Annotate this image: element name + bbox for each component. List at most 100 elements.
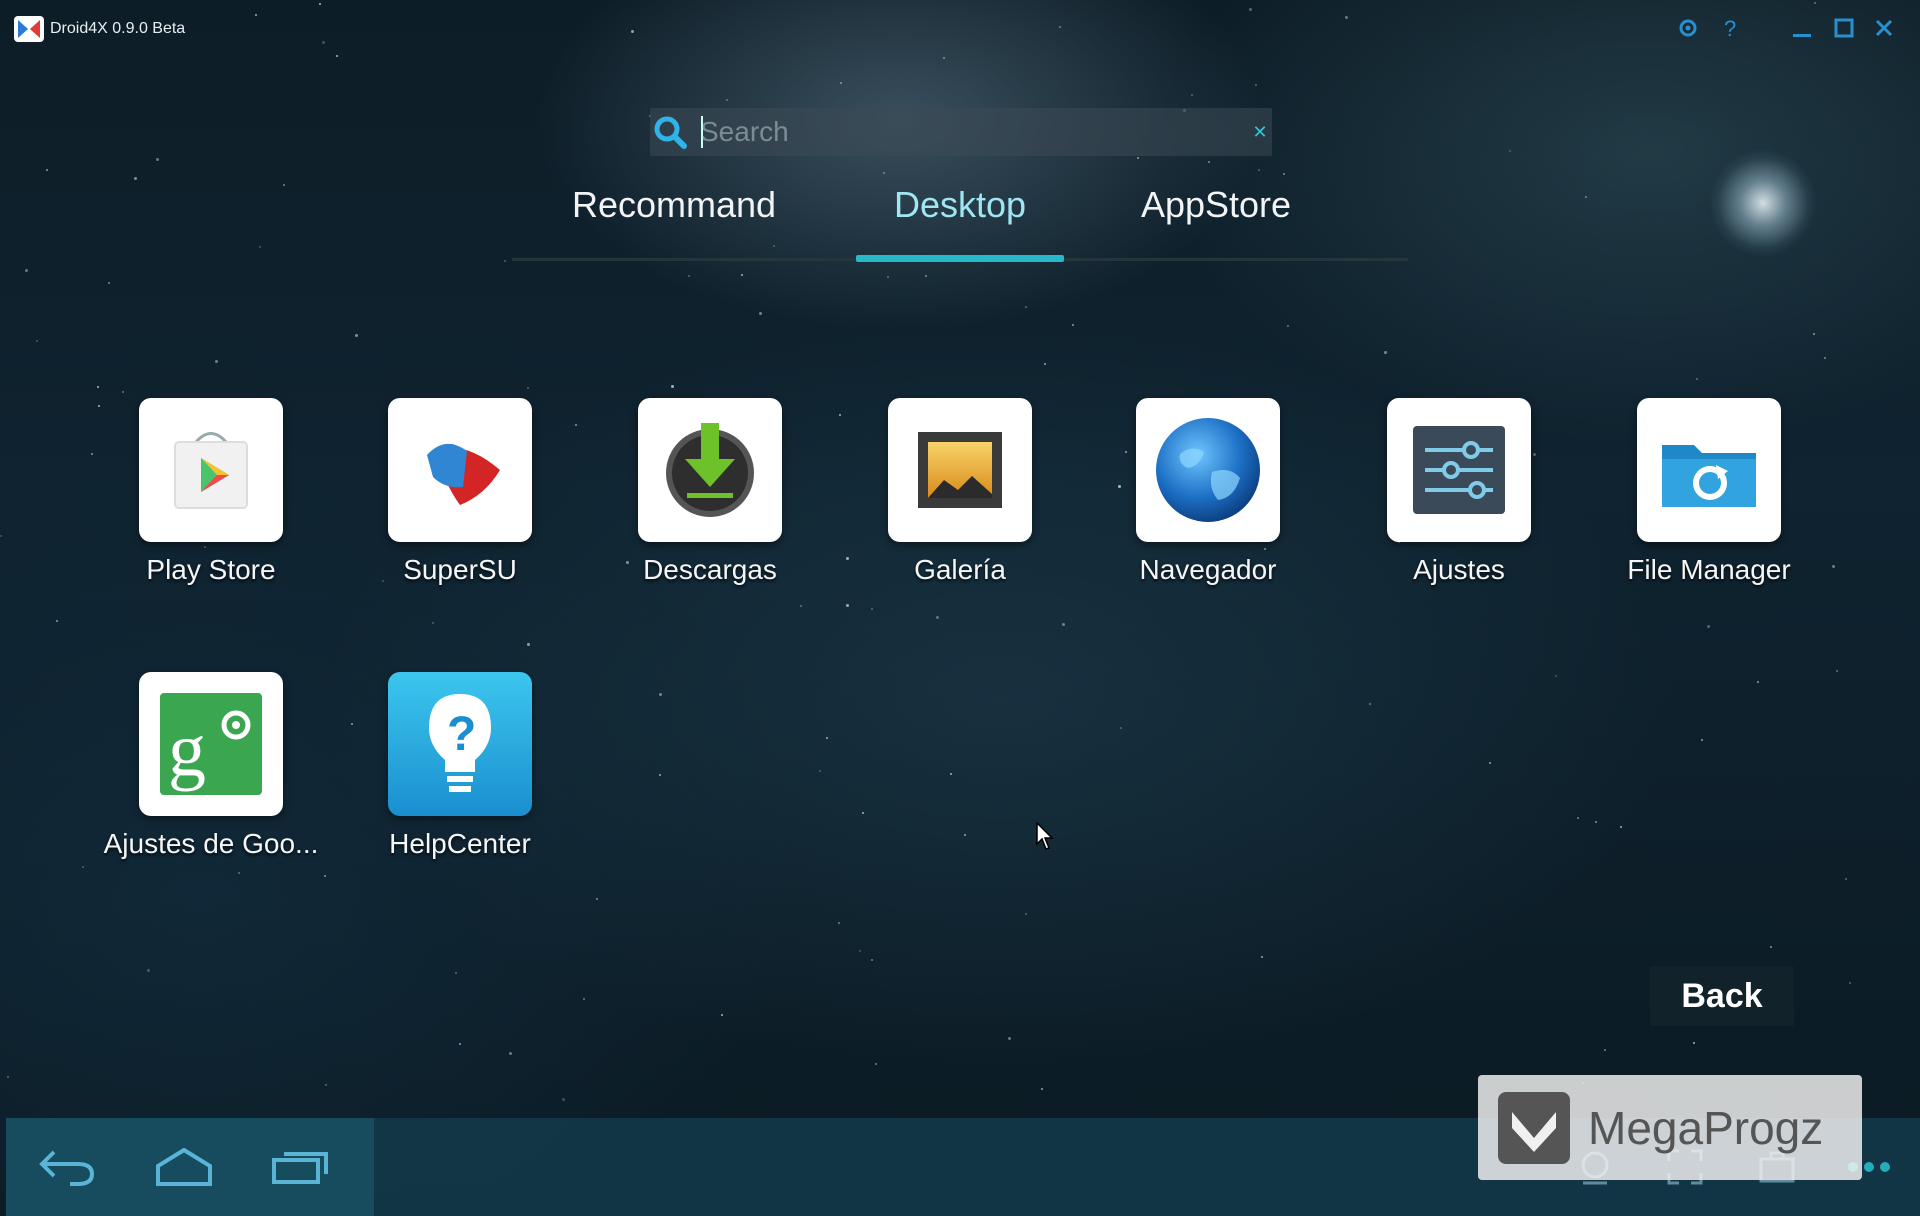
star — [883, 172, 885, 174]
star — [659, 693, 662, 696]
star — [36, 340, 38, 342]
star — [925, 275, 927, 277]
back-button[interactable]: Back — [1650, 966, 1794, 1026]
star — [936, 616, 939, 619]
star — [1041, 1088, 1043, 1090]
star — [726, 99, 728, 101]
star — [504, 260, 506, 262]
star — [943, 57, 945, 59]
maximize-icon[interactable] — [1828, 12, 1860, 44]
star — [1845, 878, 1847, 880]
back-arrow-icon[interactable] — [30, 1136, 102, 1196]
supersu-icon — [388, 398, 532, 542]
star — [91, 453, 93, 455]
star — [1062, 623, 1065, 626]
app-label: Navegador — [1139, 554, 1277, 585]
star — [826, 737, 828, 739]
star — [1025, 306, 1027, 308]
settings-sliders-icon — [1387, 398, 1531, 542]
star — [871, 608, 873, 610]
star — [459, 1043, 461, 1045]
star — [759, 312, 762, 315]
star — [846, 604, 849, 607]
gallery-icon — [888, 398, 1032, 542]
star — [596, 898, 598, 900]
galaxy-orb-button[interactable] — [1710, 150, 1816, 256]
app-descargas[interactable]: Descargas — [595, 398, 825, 586]
droid4x-logo-icon — [14, 14, 44, 44]
app-label: File Manager — [1627, 554, 1791, 585]
star — [355, 334, 358, 337]
star — [134, 177, 137, 180]
star — [583, 998, 585, 1000]
star — [1832, 565, 1835, 568]
app-ajustes[interactable]: Ajustes — [1344, 398, 1574, 586]
star — [659, 774, 661, 776]
settings-icon[interactable] — [1672, 12, 1704, 44]
mouse-cursor-icon — [1036, 821, 1056, 852]
star — [819, 770, 821, 772]
lightbulb-question-icon: ? — [388, 672, 532, 816]
search-input[interactable] — [700, 112, 1240, 152]
tab-desktop[interactable]: Desktop — [860, 180, 1060, 256]
svg-text:g: g — [168, 708, 206, 792]
star — [0, 535, 2, 537]
megaprogz-logo-icon — [1498, 1091, 1570, 1164]
star — [283, 184, 285, 186]
folder-refresh-icon — [1637, 398, 1781, 542]
star — [1849, 982, 1851, 984]
star — [859, 950, 861, 952]
star — [1696, 378, 1698, 380]
app-label: Descargas — [643, 554, 777, 585]
star — [887, 276, 889, 278]
star — [950, 773, 952, 775]
tab-appstore[interactable]: AppStore — [1116, 180, 1316, 256]
home-icon[interactable] — [148, 1136, 220, 1196]
app-helpcenter[interactable]: ? HelpCenter — [345, 672, 575, 860]
star — [455, 972, 457, 974]
minimize-icon[interactable] — [1786, 12, 1818, 44]
star — [964, 834, 966, 836]
star — [1757, 681, 1759, 683]
star — [721, 1014, 723, 1016]
star — [1008, 1037, 1011, 1040]
star — [527, 387, 529, 389]
clear-search-icon[interactable]: ✕ — [1248, 118, 1272, 146]
star — [1701, 739, 1703, 741]
help-icon[interactable]: ? — [1714, 12, 1746, 44]
star — [325, 1084, 327, 1086]
star — [215, 360, 218, 363]
close-icon[interactable] — [1868, 12, 1900, 44]
star — [1072, 324, 1074, 326]
star — [1191, 94, 1193, 96]
tab-recommand[interactable]: Recommand — [572, 180, 776, 256]
search-icon — [650, 112, 692, 154]
app-play-store[interactable]: Play Store — [96, 398, 326, 586]
app-label: Ajustes — [1413, 554, 1505, 585]
star — [1555, 675, 1557, 677]
star — [1770, 946, 1772, 948]
window-title: Droid4X 0.9.0 Beta — [50, 20, 186, 37]
star — [527, 643, 530, 646]
star — [7, 1076, 9, 1078]
star — [671, 385, 674, 388]
star — [1707, 625, 1710, 628]
app-ajustes-de-google[interactable]: g Ajustes de Goo... — [96, 672, 326, 860]
app-label: HelpCenter — [389, 828, 531, 859]
app-galeria[interactable]: Galería — [845, 398, 1075, 586]
app-file-manager[interactable]: File Manager — [1594, 398, 1824, 586]
star — [509, 1052, 512, 1055]
star — [1255, 84, 1257, 86]
active-tab-indicator — [856, 255, 1064, 262]
star — [1693, 1042, 1695, 1044]
recent-apps-icon[interactable] — [264, 1136, 336, 1196]
app-navegador[interactable]: Navegador — [1093, 398, 1323, 586]
star — [122, 391, 124, 393]
app-supersu[interactable]: SuperSU — [345, 398, 575, 586]
star — [1813, 333, 1815, 335]
star — [562, 1098, 565, 1101]
megaprogz-watermark: MegaProgz — [1478, 1075, 1862, 1180]
star — [156, 158, 159, 161]
star — [838, 922, 840, 924]
star — [871, 959, 873, 961]
